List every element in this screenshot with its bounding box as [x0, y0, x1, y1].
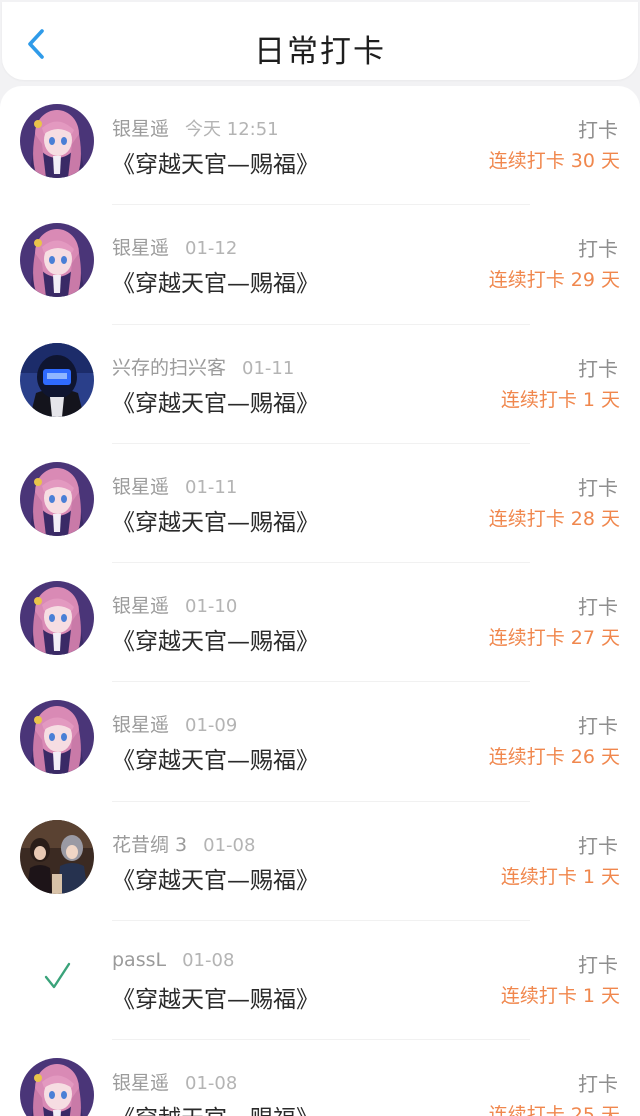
- streak-count: 连续打卡 25 天: [488, 1104, 620, 1116]
- checkin-list: 银星遥 今天 12:51 《穿越天官—赐福》 打卡 连续打卡 30 天 银星遥 01…: [0, 86, 640, 1116]
- book-title[interactable]: 《穿越天官—赐福》: [112, 622, 319, 656]
- checkin-meta: 兴存的扫兴客 01-11: [112, 353, 294, 380]
- book-title[interactable]: 《穿越天官—赐福》: [112, 145, 319, 179]
- list-item[interactable]: passL 01-08 《穿越天官—赐福》 打卡 连续打卡 1 天: [0, 921, 640, 1041]
- book-title[interactable]: 《穿越天官—赐福》: [112, 264, 319, 298]
- list-item[interactable]: 银星遥 01-08 《穿越天官—赐福》 打卡 连续打卡 25 天: [0, 1040, 640, 1116]
- checkin-meta: 银星遥 01-09: [112, 710, 237, 737]
- avatar[interactable]: [20, 342, 94, 417]
- user-name[interactable]: 银星遥: [112, 476, 169, 498]
- checkin-time: 01-10: [185, 596, 238, 618]
- streak-count: 连续打卡 1 天: [500, 388, 620, 411]
- checkin-action: 打卡: [578, 237, 618, 262]
- checkin-time: 01-12: [185, 238, 238, 260]
- book-title[interactable]: 《穿越天官—赐福》: [112, 741, 319, 775]
- checkin-time: 01-09: [185, 715, 238, 737]
- checkmark-avatar-icon: [20, 939, 94, 1014]
- avatar[interactable]: [20, 700, 94, 775]
- streak-count: 连续打卡 1 天: [500, 865, 620, 888]
- group-photo-avatar-icon: [20, 819, 94, 894]
- checkin-action: 打卡: [578, 833, 618, 858]
- checkin-time: 今天 12:51: [185, 119, 279, 140]
- checkin-time: 01-11: [242, 357, 295, 379]
- checkin-time: 01-11: [185, 476, 238, 498]
- streak-count: 连续打卡 28 天: [488, 507, 620, 530]
- checkin-time: 01-08: [185, 1073, 238, 1095]
- streak-count: 连续打卡 26 天: [488, 746, 620, 769]
- checkin-meta: 银星遥 01-08: [112, 1068, 237, 1095]
- checkin-meta: 银星遥 01-10: [112, 591, 237, 618]
- list-item[interactable]: 兴存的扫兴客 01-11 《穿越天官—赐福》 打卡 连续打卡 1 天: [0, 325, 640, 445]
- checkin-meta: 银星遥 01-11: [112, 472, 237, 499]
- checkin-meta: passL 01-08: [112, 949, 234, 971]
- anime-girl-avatar-icon: [20, 1058, 94, 1116]
- checkin-action: 打卡: [578, 953, 618, 978]
- book-title[interactable]: 《穿越天官—赐福》: [112, 1099, 319, 1116]
- user-name[interactable]: 银星遥: [112, 1072, 169, 1094]
- user-name[interactable]: 银星遥: [112, 237, 169, 259]
- checkin-action: 打卡: [578, 714, 618, 739]
- user-name[interactable]: 银星遥: [112, 595, 169, 617]
- checkin-time: 01-08: [182, 950, 235, 972]
- user-name[interactable]: passL: [112, 949, 166, 971]
- streak-count: 连续打卡 29 天: [488, 269, 620, 292]
- checkin-action: 打卡: [578, 595, 618, 620]
- book-title[interactable]: 《穿越天官—赐福》: [112, 503, 319, 537]
- anime-girl-avatar-icon: [20, 581, 94, 656]
- list-item[interactable]: 银星遥 01-09 《穿越天官—赐福》 打卡 连续打卡 26 天: [0, 682, 640, 803]
- checkin-time: 01-08: [203, 834, 256, 856]
- list-item[interactable]: 银星遥 01-11 《穿越天官—赐福》 打卡 连续打卡 28 天: [0, 444, 640, 564]
- avatar[interactable]: [20, 939, 94, 1014]
- user-name[interactable]: 银星遥: [112, 714, 169, 736]
- avatar[interactable]: [20, 223, 94, 298]
- streak-count: 连续打卡 27 天: [488, 627, 620, 650]
- streak-count: 连续打卡 30 天: [488, 150, 620, 172]
- anime-girl-avatar-icon: [20, 223, 94, 298]
- top-bar: 日常打卡: [2, 2, 638, 80]
- anime-girl-avatar-icon: [20, 700, 94, 775]
- masked-figure-avatar-icon: [20, 342, 94, 417]
- book-title[interactable]: 《穿越天官—赐福》: [112, 861, 319, 895]
- user-name[interactable]: 兴存的扫兴客: [112, 357, 226, 379]
- user-name[interactable]: 花昔绸 3: [112, 834, 187, 856]
- avatar[interactable]: [20, 461, 94, 536]
- avatar[interactable]: [20, 1058, 94, 1116]
- book-title[interactable]: 《穿越天官—赐福》: [112, 384, 319, 418]
- list-item[interactable]: 银星遥 今天 12:51 《穿越天官—赐福》 打卡 连续打卡 30 天: [0, 86, 640, 206]
- book-title[interactable]: 《穿越天官—赐福》: [112, 980, 319, 1014]
- checkin-action: 打卡: [578, 475, 618, 500]
- avatar[interactable]: [20, 104, 94, 178]
- checkin-meta: 银星遥 今天 12:51: [112, 114, 279, 141]
- avatar[interactable]: [20, 581, 94, 656]
- anime-girl-avatar-icon: [20, 104, 94, 178]
- streak-count: 连续打卡 1 天: [500, 985, 620, 1008]
- page-title: 日常打卡: [254, 34, 386, 70]
- list-item[interactable]: 银星遥 01-12 《穿越天官—赐福》 打卡 连续打卡 29 天: [0, 205, 640, 325]
- checkin-action: 打卡: [578, 118, 618, 142]
- checkin-action: 打卡: [578, 356, 618, 381]
- list-item[interactable]: 花昔绸 3 01-08 《穿越天官—赐福》 打卡 连续打卡 1 天: [0, 802, 640, 922]
- checkin-meta: 花昔绸 3 01-08: [112, 830, 255, 857]
- checkin-meta: 银星遥 01-12: [112, 233, 237, 260]
- list-item[interactable]: 银星遥 01-10 《穿越天官—赐福》 打卡 连续打卡 27 天: [0, 563, 640, 683]
- anime-girl-avatar-icon: [20, 461, 94, 536]
- avatar[interactable]: [20, 819, 94, 894]
- user-name[interactable]: 银星遥: [112, 118, 169, 140]
- checkin-action: 打卡: [578, 1072, 618, 1097]
